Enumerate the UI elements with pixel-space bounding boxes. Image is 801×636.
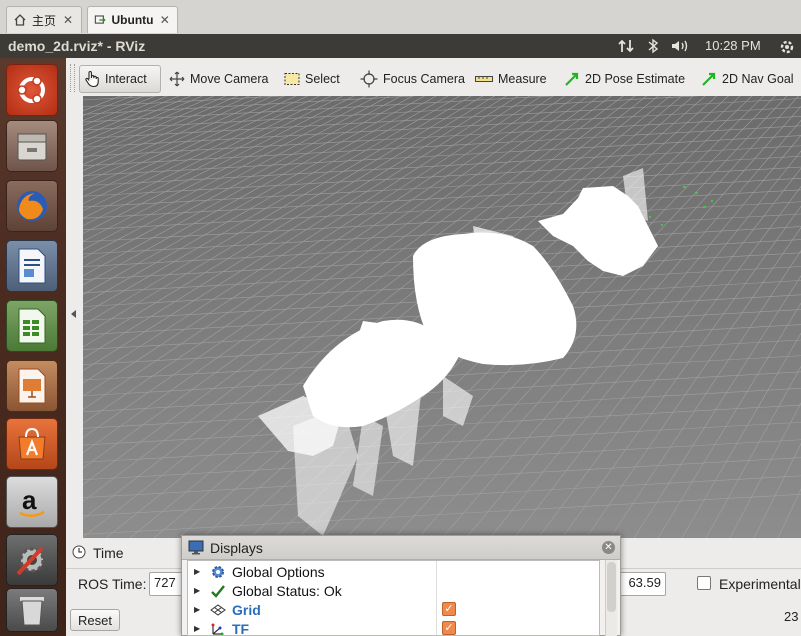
rviz-toolbar: Interact Move Camera Select Focus Camera… <box>66 58 801 97</box>
tool-label: Interact <box>105 72 147 86</box>
displays-scrollbar[interactable] <box>605 560 617 636</box>
expand-arrow-icon[interactable]: ▶ <box>194 586 204 595</box>
tab-ubuntu[interactable]: Ubuntu ✕ <box>87 6 178 33</box>
tree-item-grid[interactable]: ▶ Grid ✓ <box>188 600 599 619</box>
tool-label: 2D Nav Goal <box>722 72 794 86</box>
ros-time-label: ROS Time: <box>78 576 147 592</box>
vm-tab-bar: 主页 ✕ Ubuntu ✕ <box>0 0 801 35</box>
tool-label: 2D Pose Estimate <box>585 72 686 86</box>
tab-home[interactable]: 主页 ✕ <box>6 6 82 33</box>
tool-label: Focus Camera <box>383 72 465 86</box>
system-settings-icon[interactable] <box>6 534 58 586</box>
window-title: demo_2d.rviz* - RViz <box>8 38 146 54</box>
monitor-icon <box>188 540 204 558</box>
tool-label: Move Camera <box>190 72 269 86</box>
elapsed-time-field[interactable]: 63.59 <box>618 572 666 596</box>
toolbar-grip[interactable] <box>70 64 75 92</box>
experimental-checkbox[interactable] <box>697 576 711 590</box>
green-arrow-icon <box>702 72 716 86</box>
gear-icon <box>212 565 224 578</box>
ubuntu-dash-icon[interactable] <box>6 64 58 116</box>
trash-icon[interactable] <box>6 588 58 632</box>
experimental-label: Experimental <box>719 576 801 592</box>
grid-icon <box>210 603 226 616</box>
expand-arrow-icon[interactable]: ▶ <box>194 605 204 614</box>
tool-select[interactable]: Select <box>280 65 344 93</box>
expand-arrow-icon[interactable]: ▶ <box>194 567 204 576</box>
clock[interactable]: 10:28 PM <box>705 38 761 53</box>
tool-focus-camera[interactable]: Focus Camera <box>356 65 469 93</box>
tool-label: Measure <box>498 72 547 86</box>
render-viewport[interactable] <box>83 96 801 538</box>
vm-icon <box>94 15 106 24</box>
green-arrow-icon <box>565 72 579 86</box>
amazon-icon[interactable]: a <box>6 476 58 528</box>
tree-item-label: TF <box>232 620 250 636</box>
unity-launcher: a <box>0 58 66 636</box>
tab-label: 主页 <box>32 13 57 28</box>
clock-icon <box>72 545 86 562</box>
displays-tree: ▶ Global Options ▶ Global Status: Ok ▶ G… <box>187 560 600 636</box>
collapse-arrow-icon[interactable] <box>71 310 76 318</box>
tool-2d-pose-estimate[interactable]: 2D Pose Estimate <box>560 65 689 93</box>
tool-2d-nav-goal[interactable]: 2D Nav Goal <box>697 65 798 93</box>
check-icon <box>211 584 225 598</box>
ruler-icon <box>475 76 493 82</box>
volume-icon[interactable] <box>670 38 692 57</box>
tool-measure[interactable]: Measure <box>471 65 551 93</box>
scrollbar-thumb[interactable] <box>607 562 616 612</box>
expand-arrow-icon[interactable]: ▶ <box>194 624 204 633</box>
home-icon <box>14 14 26 26</box>
tree-item-label: Global Options <box>232 563 325 580</box>
tool-interact[interactable]: Interact <box>79 65 161 93</box>
software-center-icon[interactable] <box>6 418 58 470</box>
tree-item-global-status[interactable]: ▶ Global Status: Ok <box>188 581 599 600</box>
move-camera-icon <box>169 71 185 87</box>
grid-enabled-checkbox[interactable]: ✓ <box>442 602 456 616</box>
svg-text:a: a <box>22 485 37 515</box>
window-title-bar: demo_2d.rviz* - RViz 10:28 PM <box>0 34 801 58</box>
hand-cursor-icon <box>85 70 99 88</box>
map-grid-render <box>83 96 801 538</box>
tab-label: Ubuntu <box>111 13 154 27</box>
tree-item-global-options[interactable]: ▶ Global Options <box>188 562 599 581</box>
close-icon[interactable]: ✕ <box>159 13 172 27</box>
tool-move-camera[interactable]: Move Camera <box>165 65 273 93</box>
reset-button[interactable]: Reset <box>70 609 120 631</box>
left-dock-collapse-handle[interactable] <box>66 96 84 538</box>
displays-panel: Displays ✕ ▶ Global Options ▶ Global Sta… <box>181 535 621 636</box>
tree-item-tf[interactable]: ▶ TF ✓ <box>188 619 599 636</box>
power-gear-icon[interactable] <box>778 38 796 59</box>
firefox-icon[interactable] <box>6 180 58 232</box>
displays-header[interactable]: Displays ✕ <box>182 536 620 560</box>
fps-readout: 23 <box>784 609 799 624</box>
network-icon[interactable] <box>617 38 635 57</box>
tool-label: Select <box>305 72 340 86</box>
tf-icon <box>211 623 224 635</box>
close-icon[interactable]: ✕ <box>602 541 615 554</box>
tf-enabled-checkbox[interactable]: ✓ <box>442 621 456 635</box>
bluetooth-icon[interactable] <box>647 38 659 57</box>
time-panel-title: Time <box>93 545 124 561</box>
close-icon[interactable]: ✕ <box>61 13 75 27</box>
files-icon[interactable] <box>6 120 58 172</box>
focus-crosshair-icon <box>360 70 378 88</box>
libreoffice-calc-icon[interactable] <box>6 300 58 352</box>
displays-title: Displays <box>210 540 263 556</box>
libreoffice-impress-icon[interactable] <box>6 360 58 412</box>
tree-item-label: Grid <box>232 601 261 618</box>
tree-item-label: Global Status: Ok <box>232 582 342 599</box>
select-rect-icon <box>284 73 300 85</box>
libreoffice-writer-icon[interactable] <box>6 240 58 292</box>
